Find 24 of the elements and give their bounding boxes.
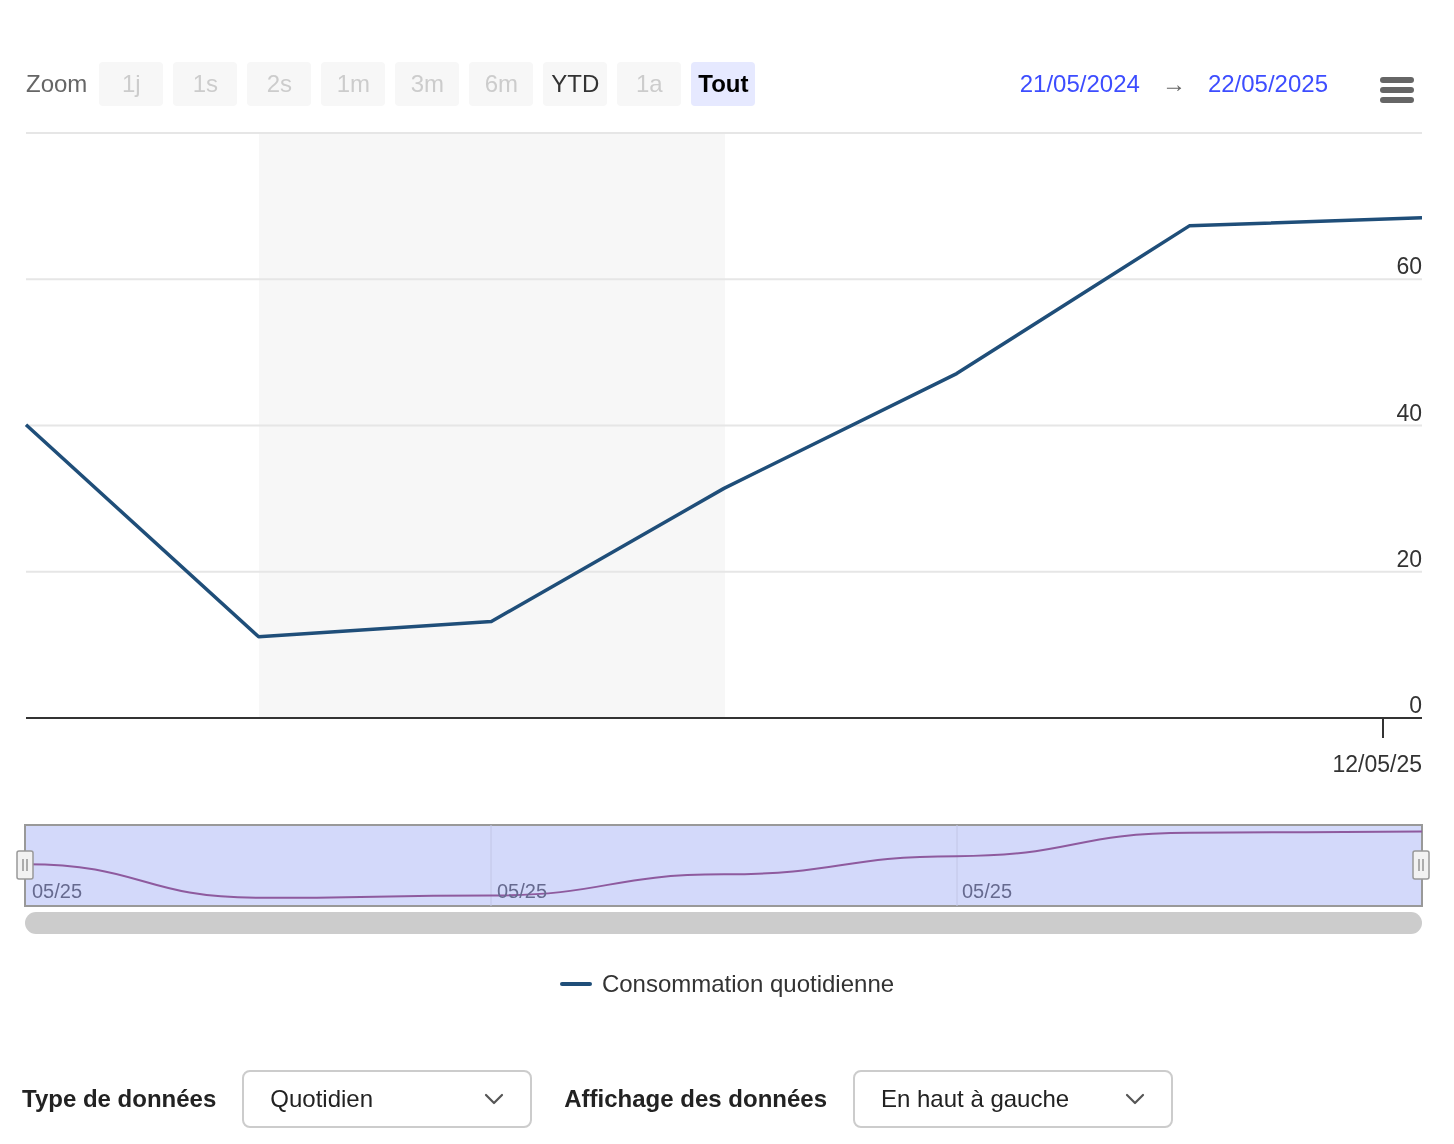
chevron-down-icon — [484, 1093, 505, 1105]
navigator-label: 05/25 — [962, 880, 1013, 902]
navigator-handle[interactable] — [1412, 850, 1430, 880]
x-axis-label: 12/05/25 — [1332, 751, 1422, 777]
chevron-down-icon — [1125, 1093, 1145, 1105]
end-date-field[interactable]: 22/05/2025 — [1207, 70, 1328, 98]
dropdown-label: Affichage des données — [564, 1085, 827, 1113]
range-arrow: → — [1161, 70, 1186, 98]
navigator-handle[interactable] — [16, 850, 34, 880]
start-date-field[interactable]: 21/05/2024 — [1019, 70, 1140, 98]
y-axis-label: 60 — [1396, 253, 1422, 280]
dropdown-label: Type de données — [22, 1085, 217, 1113]
menu-icon[interactable] — [1380, 77, 1414, 103]
dropdown[interactable]: Quotidien — [242, 1070, 533, 1128]
y-axis-label: 0 — [1409, 692, 1422, 718]
navigator-label: 05/25 — [32, 880, 83, 902]
y-axis-label: 40 — [1396, 399, 1422, 426]
x-axis-tick — [1382, 717, 1384, 739]
dropdown[interactable]: En haut à gauche — [853, 1070, 1173, 1128]
zoom-range-button[interactable]: YTD — [543, 62, 608, 106]
zoom-label: Zoom — [26, 70, 88, 98]
scrollbar[interactable] — [25, 912, 1422, 934]
zoom-range-button[interactable]: Tout — [691, 62, 756, 106]
y-axis-label: 20 — [1396, 545, 1422, 572]
